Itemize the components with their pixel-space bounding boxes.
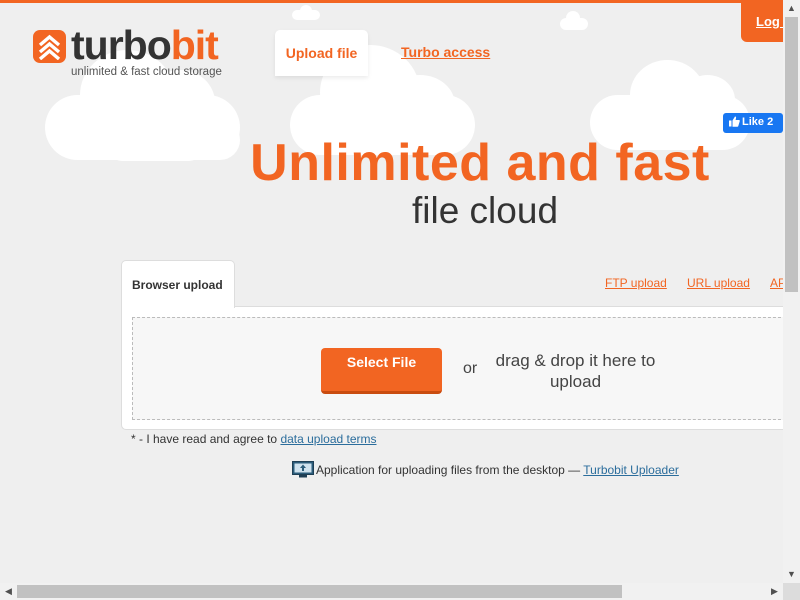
uploader-link[interactable]: Turbobit Uploader	[583, 463, 679, 477]
upload-panel: Select File or drag & drop it here to up…	[121, 306, 800, 430]
tab-browser-upload[interactable]: Browser upload	[121, 260, 235, 308]
cloud-decoration	[560, 11, 588, 30]
drop-zone[interactable]: Select File or drag & drop it here to up…	[132, 317, 800, 420]
terms-link[interactable]: data upload terms	[280, 432, 376, 446]
cloud-decoration	[292, 5, 320, 20]
logo-wordmark-part2: bit	[170, 22, 219, 68]
scroll-up-arrow-icon[interactable]: ▲	[783, 0, 800, 17]
nav-turbo-access[interactable]: Turbo access	[401, 44, 490, 60]
terms-notice: * - I have read and agree to data upload…	[131, 432, 377, 446]
desktop-upload-icon	[292, 461, 314, 481]
scroll-down-arrow-icon[interactable]: ▼	[783, 566, 800, 583]
nav-upload-file[interactable]: Upload file	[275, 30, 368, 76]
logo-tagline: unlimited & fast cloud storage	[71, 66, 222, 78]
logo-wordmark-part1: turbo	[71, 22, 172, 68]
scroll-left-arrow-icon[interactable]: ◀	[0, 583, 17, 600]
tab-ftp-upload[interactable]: FTP upload	[605, 276, 667, 290]
drag-drop-hint: drag & drop it here to upload	[495, 351, 656, 391]
horizontal-scroll-thumb[interactable]	[17, 585, 622, 598]
uploader-text: Application for uploading files from the…	[316, 463, 584, 477]
thumbs-up-icon	[729, 116, 740, 127]
hero-subtitle: file cloud	[411, 190, 559, 231]
select-file-button[interactable]: Select File	[321, 348, 442, 394]
horizontal-scrollbar[interactable]: ◀ ▶	[0, 583, 783, 600]
top-accent-line	[0, 0, 800, 3]
scrollbar-corner	[783, 583, 800, 600]
hero-title: Unlimited and fast	[250, 134, 710, 192]
uploader-promo: Application for uploading files from the…	[292, 461, 679, 481]
facebook-like-label: Like 2	[742, 116, 774, 128]
vertical-scroll-thumb[interactable]	[785, 17, 798, 292]
scroll-right-arrow-icon[interactable]: ▶	[766, 583, 783, 600]
logo-wordmark: turbobit	[71, 22, 219, 69]
tab-url-upload[interactable]: URL upload	[687, 276, 750, 290]
terms-prefix: * - I have read and agree to	[131, 432, 281, 446]
vertical-scrollbar[interactable]: ▲ ▼	[783, 0, 800, 583]
logo-chevrons-icon	[33, 30, 66, 63]
or-separator: or	[463, 360, 478, 377]
facebook-like-button[interactable]: Like 2	[723, 113, 783, 133]
